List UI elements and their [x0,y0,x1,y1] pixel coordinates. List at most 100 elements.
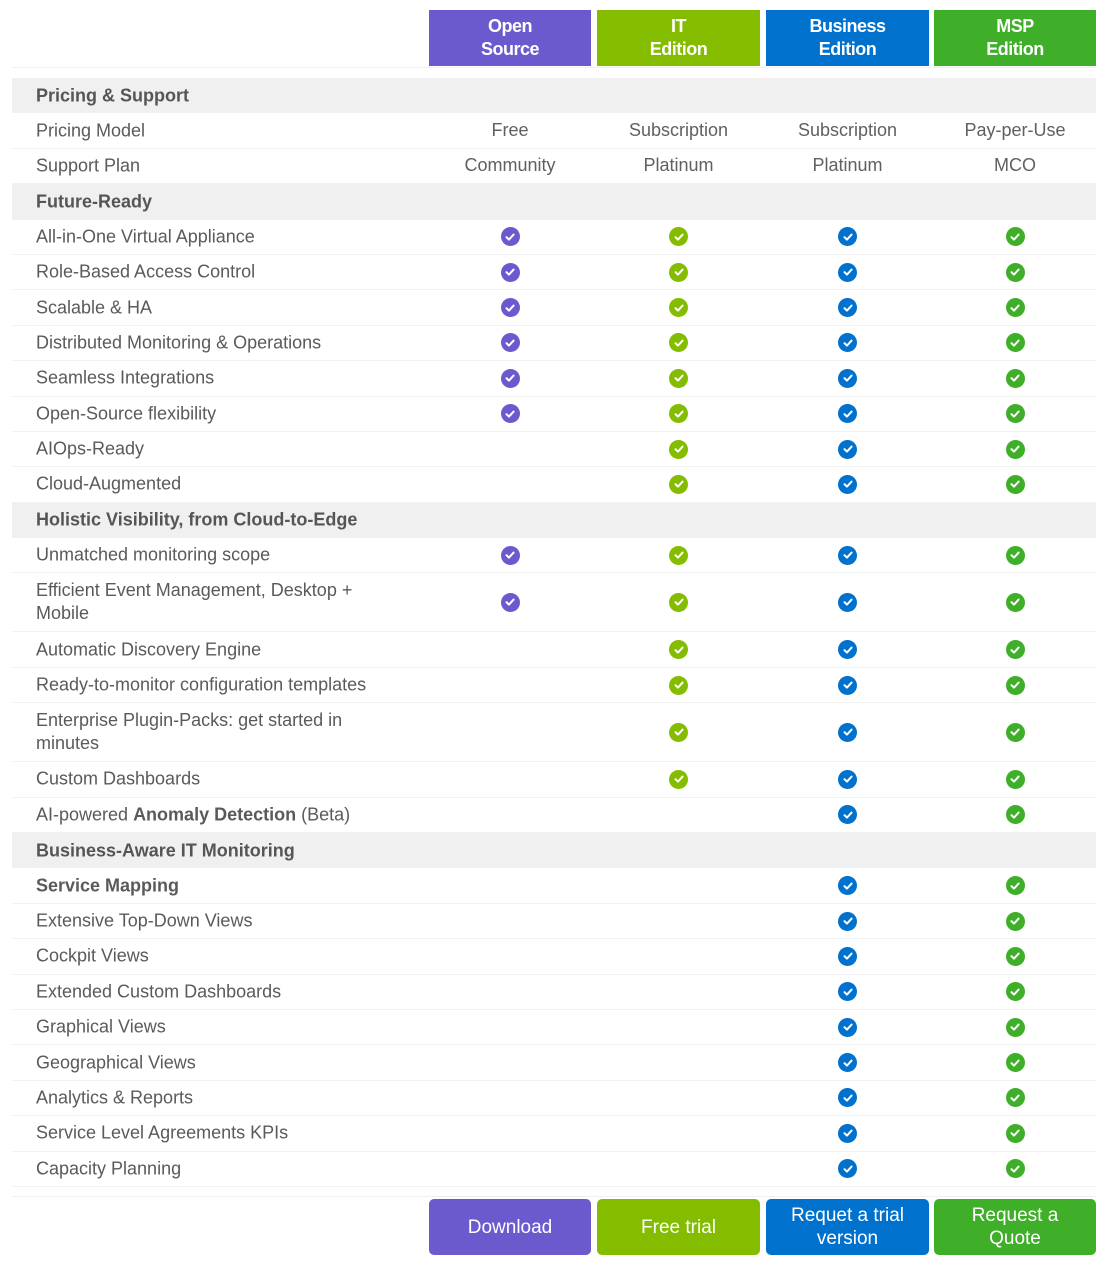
feature-label-text: Ready-to-monitor configuration templates [36,674,367,695]
check-circle-icon [838,545,857,565]
feature-cell [429,290,591,324]
feature-cell [766,1116,929,1150]
free-trial-button[interactable]: Free trial [597,1199,760,1255]
check-circle-icon [669,474,688,494]
check-circle-icon [500,262,520,282]
feature-label-text: Capacity Planning [36,1158,182,1179]
feature-cell [429,668,591,702]
feature-cell [429,467,591,501]
feature-cell [934,904,1096,938]
feature-cell [934,573,1096,631]
feature-value: Subscription [797,120,898,141]
feature-label: Unmatched monitoring scope [36,544,396,567]
feature-cell [934,1081,1096,1115]
check-circle-icon [838,333,857,353]
feature-cell [429,798,591,832]
feature-cell [429,1045,591,1079]
table-row: Enterprise Plugin-Packs: get started in … [12,703,1096,763]
feature-label-text: AIOps-Ready [36,438,145,459]
feature-label-text: Pricing Model [36,120,146,141]
feature-cell [934,290,1096,324]
section-title-emphasis: Cloud-to-Edge [233,509,358,530]
check-circle-icon [1005,1159,1025,1179]
feature-cell [597,1045,760,1079]
feature-label: Enterprise Plugin-Packs: get started in … [36,709,396,755]
check-circle-icon [1005,876,1025,896]
feature-label: Seamless Integrations [36,367,396,390]
check-circle-icon [500,227,520,247]
feature-value: Platinum [643,155,714,176]
feature-value: MCO [994,155,1036,176]
feature-label: Analytics & Reports [36,1086,396,1109]
feature-label: Service Mapping [36,874,396,897]
feature-cell [934,432,1096,466]
feature-label: AIOps-Ready [36,438,396,461]
feature-cell [597,1010,760,1044]
check-circle-icon [1005,404,1025,424]
check-circle-icon [669,592,688,612]
feature-label-text: Support Plan [36,155,141,176]
table-row: Graphical Views [12,1010,1096,1046]
table-row: Extensive Top-Down Views [12,904,1096,940]
download-button[interactable]: Download [429,1199,591,1255]
check-circle-icon [1005,982,1025,1002]
section-header: Future-Ready [12,184,1096,220]
edition-name: Source [480,39,540,59]
feature-cell [766,762,929,796]
feature-cell [597,868,760,902]
table-row: Service Level Agreements KPIs [12,1116,1096,1152]
feature-cell [597,632,760,666]
feature-cell [934,397,1096,431]
check-circle-icon [838,876,857,896]
table-row: Open-Source flexibility [12,397,1096,432]
feature-value: Platinum [812,155,883,176]
feature-cell [597,220,760,254]
edition-header-it: IT Edition [597,10,760,66]
feature-label-text: Unmatched monitoring scope [36,544,271,565]
check-circle-icon [1005,640,1025,660]
check-circle-icon [838,1017,857,1037]
feature-label: Open-Source flexibility [36,402,396,425]
feature-label-emphasis: Service Mapping [36,875,180,896]
check-circle-icon [1005,675,1025,695]
check-circle-icon [838,769,857,789]
feature-label-text: Graphical Views [36,1016,166,1037]
check-circle-icon [838,592,857,612]
check-circle-icon [500,592,520,612]
feature-cell [934,1152,1096,1186]
request-trial-button[interactable]: Requet a trial version [766,1199,929,1255]
feature-cell [597,762,760,796]
check-circle-icon [838,227,857,247]
feature-cell [429,904,591,938]
feature-cell [934,939,1096,973]
section-title-text: Pricing & Support [36,85,189,106]
feature-cell [429,361,591,395]
check-circle-icon [838,1159,857,1179]
feature-label: Support Plan [36,154,396,177]
edition-name: Business [809,16,886,36]
feature-cell [766,290,929,324]
check-circle-icon [500,545,520,565]
feature-cell [766,632,929,666]
edition-header-business: Business Edition [766,10,929,66]
action-buttons: Download Free trial Requet a trial versi… [12,1196,1096,1256]
feature-cell [429,1081,591,1115]
feature-cell [429,573,591,631]
feature-label-text: Extended Custom Dashboards [36,981,282,1002]
request-quote-button[interactable]: Request a Quote [934,1199,1096,1255]
feature-label-text: AI-powered [36,804,134,825]
feature-cell [597,467,760,501]
check-circle-icon [838,805,857,825]
check-circle-icon [838,1123,857,1143]
feature-label-text: Service Level Agreements KPIs [36,1122,289,1143]
feature-cell [597,326,760,360]
table-row: Scalable & HA [12,290,1096,326]
table-row: Pricing Model Free Subscription Subscriptio… [12,113,1096,149]
feature-label: Automatic Discovery Engine [36,638,396,661]
table-row: Distributed Monitoring & Operations [12,326,1096,362]
feature-label: AI-powered Anomaly Detection (Beta) [36,803,396,826]
feature-label-text: Seamless Integrations [36,367,215,388]
check-circle-icon [1005,911,1025,931]
feature-cell [934,762,1096,796]
feature-cell [934,798,1096,832]
